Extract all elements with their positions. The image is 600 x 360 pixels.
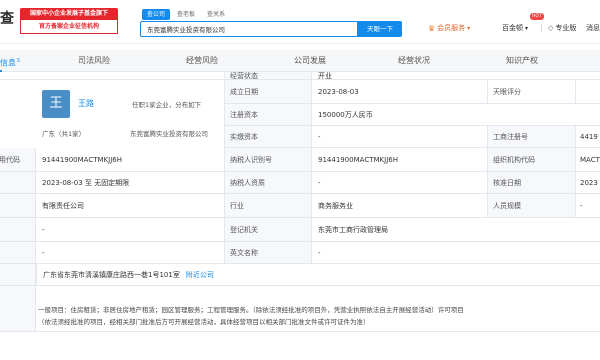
company-type-label	[0, 194, 36, 217]
search-input[interactable]	[141, 22, 357, 36]
hot-badge: HOT	[530, 13, 544, 20]
avatar[interactable]: 王	[42, 90, 70, 118]
est-date-label: 成立日期	[224, 80, 312, 103]
baiqiu-label: 百金顿	[502, 24, 523, 32]
staff-size-value: -	[580, 201, 583, 210]
tab-judicial-risk[interactable]: 司法风险	[78, 50, 110, 72]
approve-date-value: 2023	[580, 178, 598, 187]
legal-rep-company-link[interactable]: 东莞富腾实业投资有限公司	[130, 128, 222, 138]
pro-version-link[interactable]: ◇ 专业版	[548, 22, 576, 34]
credit-code-label: 用代码	[0, 148, 36, 171]
promo-top-text: 国家中小企业发展子基金旗下	[20, 8, 118, 20]
reg-authority-label: 登记机关	[224, 218, 312, 241]
table-row: 注册资本 150000万人民币	[224, 104, 600, 126]
taxpayer-qual-value: -	[318, 178, 321, 187]
credit-code-value: 91441900MACTMKJJ6H	[42, 155, 122, 164]
diamond-icon: ◇	[548, 24, 554, 32]
est-date-value: 2023-08-03	[318, 87, 359, 96]
address-value: 广东省东莞市清溪镇康庄路西一巷1号101室	[43, 270, 180, 279]
table-row: 广东省东莞市清溪镇康庄路西一巷1号101室 附近公司	[0, 264, 600, 286]
org-code-value: MACT	[580, 155, 600, 164]
promo-banner[interactable]: 国家中小企业发展子基金旗下 官方备案企业征信机构	[20, 8, 118, 38]
site-logo[interactable]: 查	[0, 10, 16, 28]
table-row: 实缴资本 - 工商注册号 4419	[224, 126, 600, 148]
tab-intellectual-property[interactable]: 知识产权	[506, 50, 538, 72]
tab-basic-info-label: 基本信息	[0, 58, 16, 68]
legal-representative-card: 王 王路 任职1家企业，分布如下 广东（共1家） 东莞富腾实业投资有限公司	[36, 86, 226, 152]
english-name-value: -	[318, 248, 321, 257]
tab-company-development[interactable]: 公司发展	[294, 50, 326, 72]
business-scope-line-1: 一般项目：住房租赁；非居住房地产租赁；园区管理服务；工程管理服务。（除依法须经批…	[38, 306, 464, 314]
vip-service-label: 会员服务	[437, 24, 466, 32]
legal-rep-region: 广东（共1家）	[42, 130, 86, 138]
approve-date-label: 核准日期	[487, 172, 576, 193]
industry-label: 行业	[224, 194, 312, 217]
taxpayer-qual-label: 纳税人资质	[224, 172, 312, 193]
header-divider	[541, 24, 542, 32]
tab-operating-status[interactable]: 经营状况	[398, 50, 430, 72]
table-row: 成立日期 2023-08-03 天眼评分	[224, 80, 600, 104]
table-row: 用代码 91441900MACTMKJJ6H 纳税人识别号 91441900MA…	[0, 148, 600, 172]
table-row: 经营状态 开业	[0, 72, 600, 80]
row9-left-value: -	[42, 248, 45, 257]
term-label	[0, 172, 36, 193]
chevron-down-icon: ▾	[467, 24, 471, 32]
tab-basic-info[interactable]: 基本信息5	[0, 50, 20, 72]
table-row: - 登记机关 东莞市工商行政管理局	[0, 218, 600, 242]
vip-service-menu[interactable]: ♛ 会员服务 ▾	[428, 22, 470, 34]
search-button[interactable]: 天眼一下	[358, 21, 402, 37]
search-tab-boss[interactable]: 查老板	[172, 9, 200, 20]
business-scope-line-2: （依法须经批准的项目，经相关部门批准后方可开展经营活动，具体经营项目以相关部门批…	[38, 318, 370, 326]
search-tab-company[interactable]: 查公司	[142, 9, 171, 20]
scope-label	[0, 286, 36, 331]
table-row: 2023-08-03 至 无固定期限 纳税人资质 - 核准日期 2023	[0, 172, 600, 194]
legal-rep-name[interactable]: 王路	[78, 98, 94, 109]
tab-operating-risk[interactable]: 经营风险	[186, 50, 218, 72]
crown-icon: ♛	[428, 23, 436, 33]
industry-value: 商务服务业	[318, 201, 353, 210]
nearby-companies-link[interactable]: 附近公司	[186, 270, 214, 280]
org-code-label: 组织机构代码	[487, 148, 576, 171]
reg-no-label: 工商注册号	[487, 126, 576, 147]
address-cell: 广东省东莞市清溪镇康庄路西一巷1号101室 附近公司	[36, 264, 600, 285]
address-label	[0, 264, 36, 285]
paid-capital-value: -	[318, 132, 321, 141]
pro-version-label: 专业版	[555, 24, 577, 32]
status-label: 经营状态	[224, 72, 312, 79]
reg-authority-value: 东莞市工商行政管理局	[318, 225, 388, 234]
tab-basic-info-count: 5	[17, 58, 21, 64]
paid-capital-label: 实缴资本	[224, 126, 312, 147]
status-value: 开业	[318, 72, 332, 79]
legal-rep-role: 任职1家企业，分布如下	[132, 101, 202, 109]
business-scope: 一般项目：住房租赁；非居住房地产租赁；园区管理服务；工程管理服务。（除依法须经批…	[38, 304, 600, 328]
english-name-label: 英文名称	[224, 242, 312, 263]
capital-value: 150000万人民币	[318, 110, 373, 119]
table-row: - 英文名称 -	[0, 242, 600, 264]
table-row: 有限责任公司 行业 商务服务业 人员规模 -	[0, 194, 600, 218]
top-header: 查 国家中小企业发展子基金旗下 官方备案企业征信机构 查公司 查老板 查关系 天…	[0, 0, 600, 44]
row9-left-label	[0, 242, 36, 263]
search-type-tabs: 查公司 查老板 查关系	[142, 9, 230, 20]
dimension-tabs: 基本信息5 司法风险 经营风险 公司发展 经营状况 知识产权	[0, 50, 600, 72]
term-value: 2023-08-03 至 无固定期限	[42, 178, 130, 187]
rating-label: 天眼评分	[487, 80, 576, 103]
taxpayer-id-label: 纳税人识别号	[224, 148, 312, 171]
row8-left-value: -	[42, 225, 45, 234]
promo-bottom-text: 官方备案企业征信机构	[20, 20, 118, 34]
business-info-table: 经营状态 开业 王 王路 任职1家企业，分布如下 广东（共1家） 东莞富腾实业投…	[0, 72, 600, 360]
search-tab-relation[interactable]: 查关系	[202, 9, 230, 20]
baiqiu-menu[interactable]: 百金顿 ▾	[502, 22, 528, 34]
staff-size-label: 人员规模	[487, 194, 576, 217]
chevron-down-icon: ▾	[525, 24, 529, 32]
taxpayer-id-value: 91441900MACTMKJJ6H	[318, 155, 398, 164]
reg-no-value: 4419	[580, 132, 598, 141]
message-link[interactable]: 消息	[586, 22, 600, 34]
capital-label: 注册资本	[224, 104, 312, 125]
search-box	[140, 21, 358, 37]
row8-left-label	[0, 218, 36, 241]
company-type-value: 有限责任公司	[42, 201, 84, 210]
